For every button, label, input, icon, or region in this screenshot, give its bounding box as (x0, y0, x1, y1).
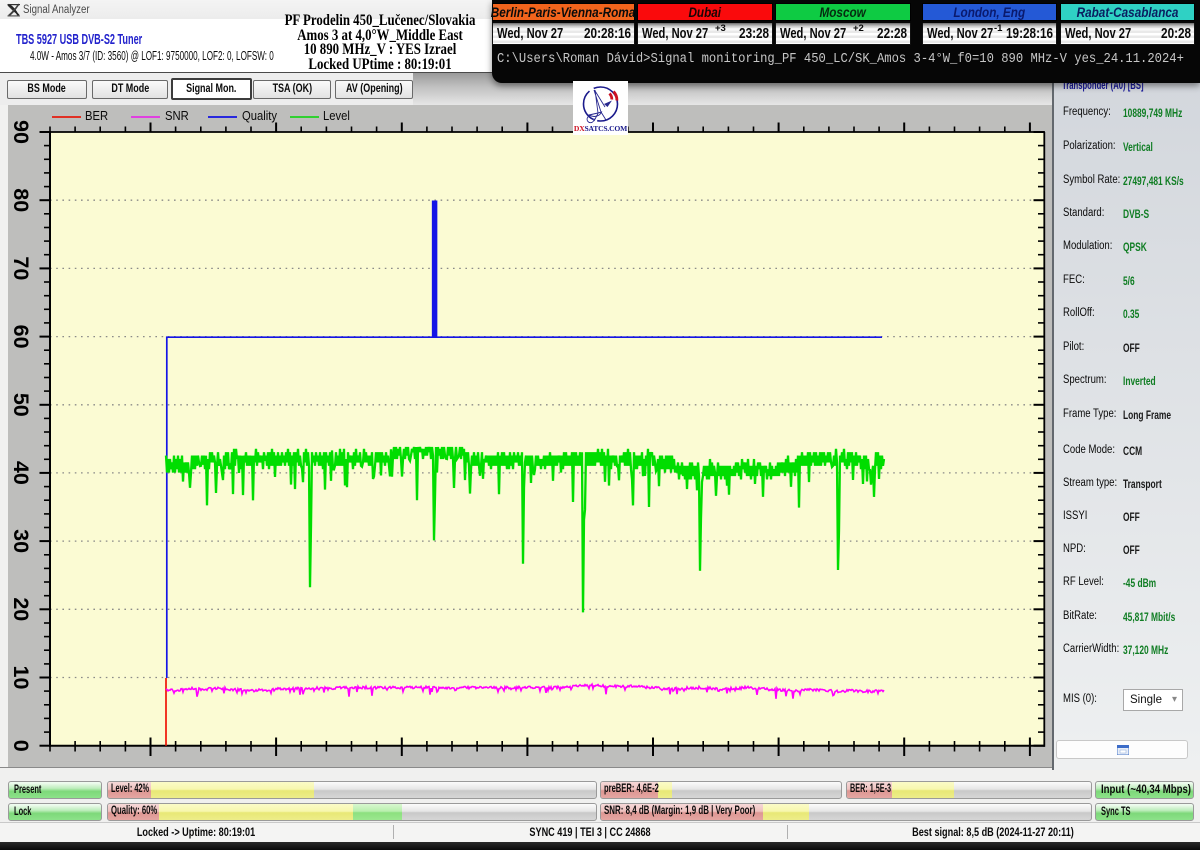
svg-text:90: 90 (9, 120, 33, 144)
svg-text:50: 50 (9, 393, 33, 417)
svg-text:20: 20 (9, 597, 33, 621)
svg-text:0: 0 (9, 740, 33, 752)
svg-text:70: 70 (9, 256, 33, 280)
svg-text:60: 60 (9, 325, 33, 349)
svg-text:30: 30 (9, 529, 33, 553)
svg-text:80: 80 (9, 188, 33, 212)
svg-text:DXSATCS.COM: DXSATCS.COM (574, 124, 627, 133)
svg-text:10: 10 (9, 666, 33, 690)
svg-text:40: 40 (9, 461, 33, 485)
